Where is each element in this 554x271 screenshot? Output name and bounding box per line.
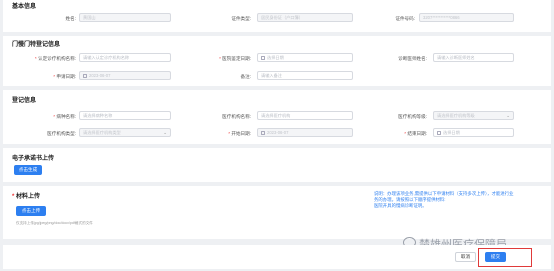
diag-date-picker[interactable]: 选择日期 <box>257 53 353 62</box>
upload-hint: 仅支持上传jpg/jpeg/png/doc/docx/pdf格式的文件 <box>16 221 93 225</box>
idtype-field: 居民身份证（户口簿） <box>257 13 353 22</box>
org-label: * 认定诊疗机构名称: <box>34 56 76 61</box>
disease-label: * 病种名称: <box>53 114 76 119</box>
chevron-down-icon: ⌄ <box>506 113 510 118</box>
name-label: 姓名: <box>65 16 76 21</box>
calendar-icon <box>83 73 87 78</box>
name-field: 黄国山 <box>79 13 171 22</box>
section-title-basic: 基本信息 <box>12 4 37 10</box>
org-type-select[interactable]: 请选择医疗机构类型 ⌄ <box>79 128 171 137</box>
org-input[interactable]: 请输入认定诊疗机构名称 <box>79 53 171 62</box>
highlight-box <box>478 248 532 267</box>
register-card: 登记信息 * 病种名称: 请选择病种名称 医疗机构名称: 请选择医疗机构 医疗机… <box>3 90 551 144</box>
upload-button[interactable]: 点击上传 <box>16 206 46 216</box>
section-title-register: 登记信息 <box>12 98 37 104</box>
idno-field: 3207***********0866 <box>419 13 514 22</box>
org-level-label: 医疗机构等级: <box>398 114 427 119</box>
esign-card: 电子承诺书上传 点击生成 <box>3 148 551 182</box>
note-line-3: 医院开具的慢病诊断证明。 <box>374 203 427 208</box>
end-date-label: * 结束日期: <box>404 131 427 136</box>
doctor-label: 诊断医师姓名: <box>398 56 427 61</box>
diag-date-label: * 医院鉴定日期: <box>219 56 251 61</box>
end-date-picker[interactable]: 选择日期 <box>433 128 514 137</box>
cancel-button[interactable]: 取消 <box>455 252 476 262</box>
generate-button[interactable]: 点击生成 <box>14 165 42 175</box>
calendar-icon <box>437 130 441 135</box>
remark-label: 备注: <box>240 74 251 79</box>
apply-date-label: * 申请日期: <box>53 74 76 79</box>
calendar-icon <box>261 130 265 135</box>
doctor-input[interactable]: 请输入诊断医师姓名 <box>433 53 514 62</box>
start-date-field: 2023-06-07 <box>257 128 353 137</box>
org-name-input[interactable]: 请选择医疗机构 <box>257 111 353 120</box>
section-title-esign: 电子承诺书上传 <box>12 156 55 162</box>
idtype-label: 证件类型: <box>231 16 251 21</box>
org-name-label: 医疗机构名称: <box>222 114 251 119</box>
materials-card: * 材料上传 点击上传 仅支持上传jpg/jpeg/png/doc/docx/p… <box>3 186 551 239</box>
start-date-label: * 开始日期: <box>228 131 251 136</box>
chevron-down-icon: ⌄ <box>163 130 167 135</box>
basic-info-card: 基本信息 姓名: 黄国山 证件类型: 居民身份证（户口簿） 证件号码: 3207… <box>3 0 551 32</box>
disease-input[interactable]: 请选择病种名称 <box>79 111 171 120</box>
apply-date-field: 2023-06-07 <box>79 71 171 80</box>
section-title-materials: * 材料上传 <box>12 194 41 200</box>
section-title-outpatient: 门慢门特登记信息 <box>12 42 61 48</box>
remark-input[interactable]: 请输入备注 <box>257 71 353 80</box>
org-type-label: 医疗机构类型: <box>47 131 76 136</box>
outpatient-card: 门慢门特登记信息 * 认定诊疗机构名称: 请输入认定诊疗机构名称 * 医院鉴定日… <box>3 36 551 86</box>
org-level-select[interactable]: 请选择医疗机构等级 ⌄ <box>433 111 514 120</box>
calendar-icon <box>261 55 265 60</box>
idno-label: 证件号码: <box>395 16 415 21</box>
